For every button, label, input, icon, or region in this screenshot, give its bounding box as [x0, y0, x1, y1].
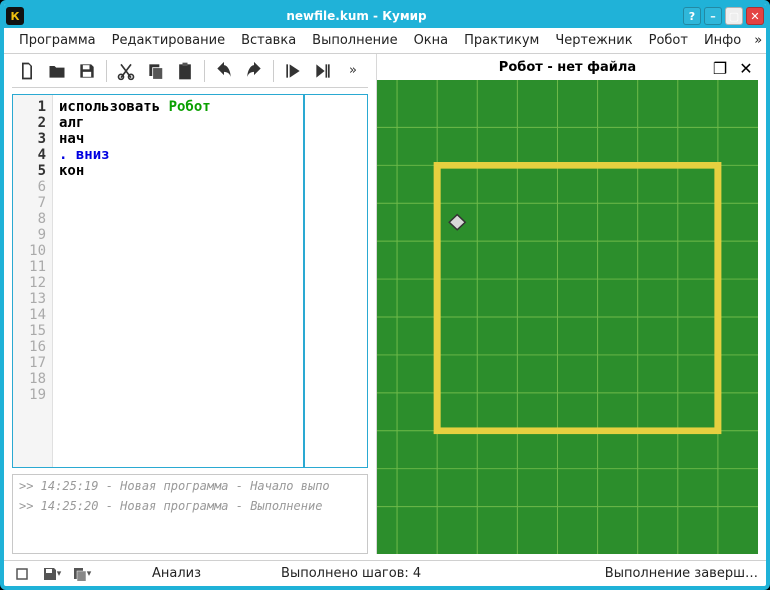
menu-overflow[interactable]: » [750, 33, 766, 48]
titlebar: К newfile.kum - Кумир ? – ▢ ✕ [4, 4, 766, 28]
minimize-button[interactable]: – [704, 7, 722, 25]
menu-insert[interactable]: Вставка [234, 31, 303, 50]
menu-draftsman[interactable]: Чертежник [548, 31, 639, 50]
robot-panel-header: Робот - нет файла ❐ ✕ [377, 54, 758, 80]
copy-button[interactable] [141, 56, 171, 86]
console-line: >> 14:25:19 - Новая программа - Начало в… [19, 479, 361, 493]
line-gutter: 12345678910111213141516171819 [13, 95, 53, 467]
help-button[interactable]: ? [683, 7, 701, 25]
menu-practicum[interactable]: Практикум [457, 31, 546, 50]
menu-info[interactable]: Инфо [697, 31, 748, 50]
panel-close-icon[interactable]: ✕ [736, 58, 756, 78]
cut-button[interactable] [111, 56, 141, 86]
step-button[interactable] [308, 56, 338, 86]
maximize-button[interactable]: ▢ [725, 7, 743, 25]
main-toolbar: » [12, 54, 368, 88]
toolbar-overflow[interactable]: » [338, 56, 368, 86]
menu-robot[interactable]: Робот [642, 31, 695, 50]
undo-button[interactable] [209, 56, 239, 86]
menu-program[interactable]: Программа [12, 31, 103, 50]
window-title: newfile.kum - Кумир [30, 9, 683, 23]
code-area[interactable]: использовать Роботалгнач. внизкон [53, 95, 367, 467]
menu-edit[interactable]: Редактирование [105, 31, 232, 50]
app-window: К newfile.kum - Кумир ? – ▢ ✕ Программа … [0, 0, 770, 590]
menu-bar: Программа Редактирование Вставка Выполне… [4, 28, 766, 54]
robot-panel: Робот - нет файла ❐ ✕ [376, 54, 758, 554]
status-copy-icon[interactable]: ▾ [72, 564, 92, 584]
new-file-button[interactable] [12, 56, 42, 86]
code-editor[interactable]: 12345678910111213141516171819 использова… [12, 94, 368, 468]
status-save-icon[interactable]: ▾ [42, 564, 62, 584]
panel-popout-icon[interactable]: ❐ [710, 58, 730, 78]
menu-windows[interactable]: Окна [407, 31, 456, 50]
run-button[interactable] [278, 56, 308, 86]
menu-run[interactable]: Выполнение [305, 31, 404, 50]
editor-margin-line [303, 95, 305, 467]
status-stop-icon[interactable] [12, 564, 32, 584]
robot-panel-title: Робот - нет файла [499, 60, 636, 75]
console-output[interactable]: >> 14:25:19 - Новая программа - Начало в… [12, 474, 368, 554]
close-button[interactable]: ✕ [746, 7, 764, 25]
robot-field[interactable] [377, 80, 758, 554]
console-line: >> 14:25:20 - Новая программа - Выполнен… [19, 499, 361, 513]
paste-button[interactable] [171, 56, 201, 86]
status-state: Выполнение заверш… [605, 566, 758, 581]
status-analysis: Анализ [152, 566, 201, 581]
status-bar: ▾ ▾ Анализ Выполнено шагов: 4 Выполнение… [4, 560, 766, 586]
redo-button[interactable] [239, 56, 269, 86]
save-file-button[interactable] [72, 56, 102, 86]
open-file-button[interactable] [42, 56, 72, 86]
status-steps: Выполнено шагов: 4 [281, 566, 421, 581]
app-icon: К [6, 7, 24, 25]
